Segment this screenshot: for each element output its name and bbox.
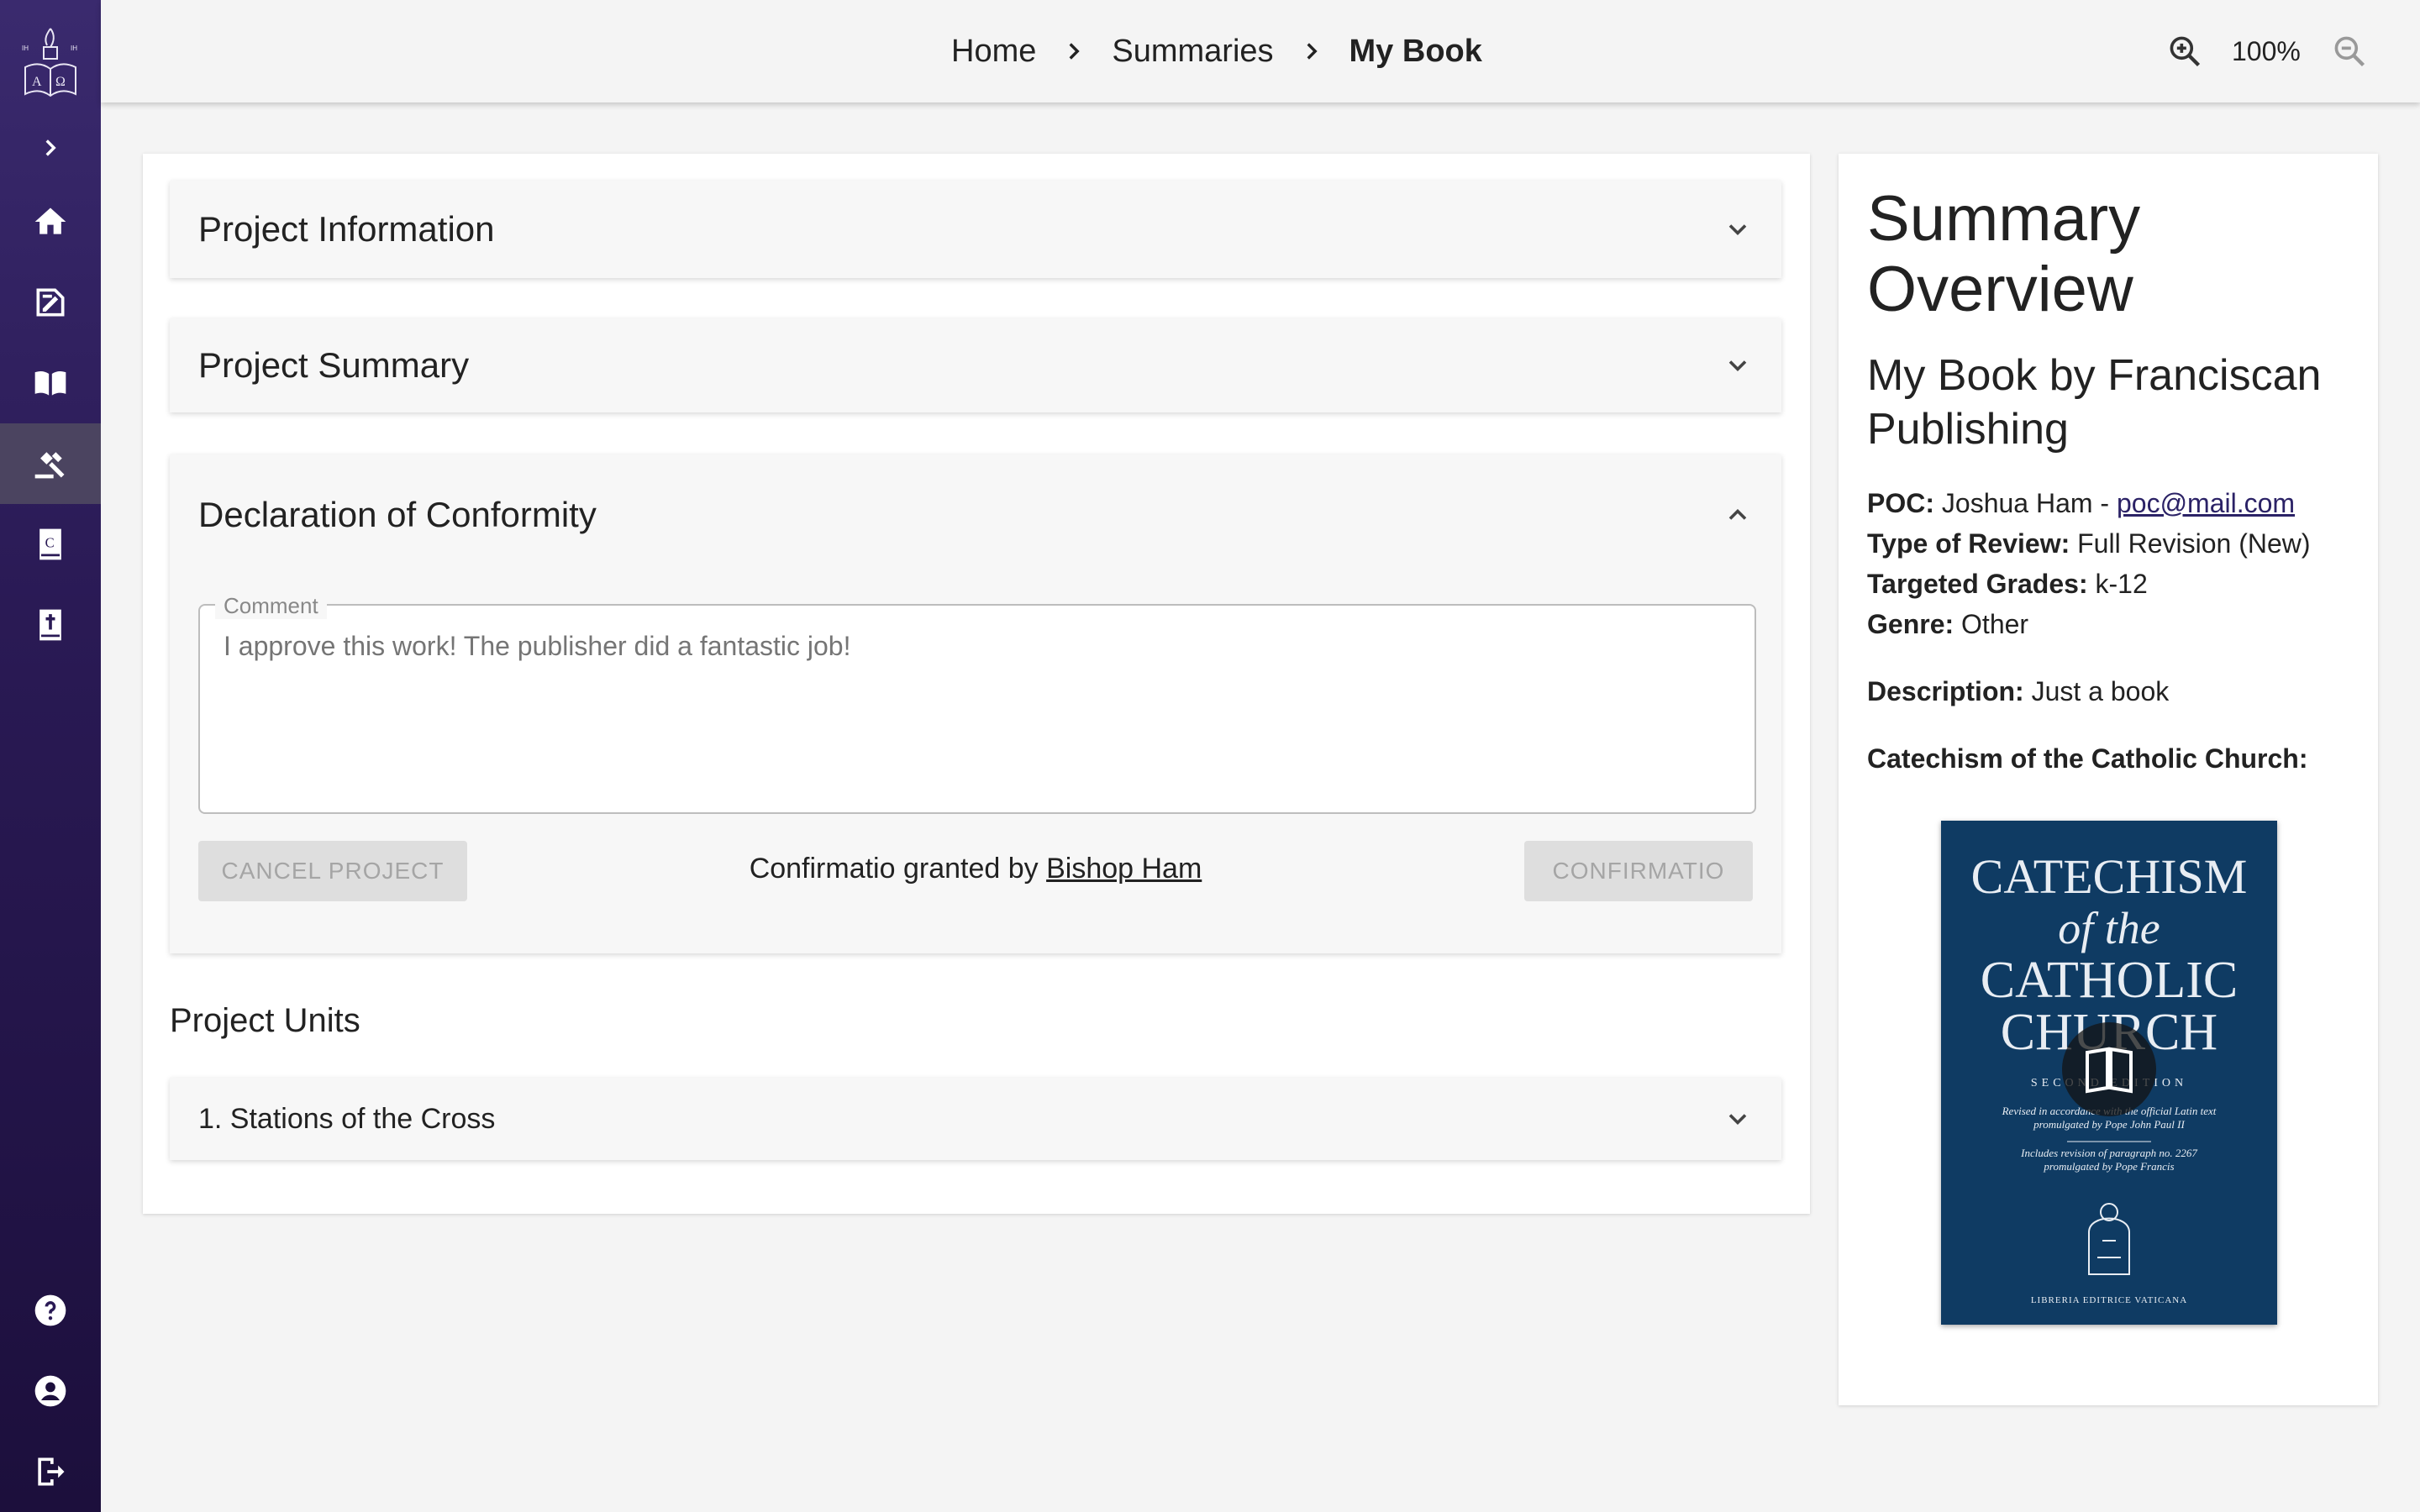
breadcrumb-current: My Book <box>1349 33 1482 69</box>
sidebar-item-review[interactable] <box>0 423 101 504</box>
description-row: Description: Just a book <box>1867 671 2371 711</box>
project-units-title: Project Units <box>170 1002 360 1039</box>
accordion-header[interactable]: Project Summary <box>170 318 1781 412</box>
cover-sub-4: promulgated by Pope Francis <box>2043 1160 2174 1173</box>
account-icon <box>34 1375 66 1407</box>
review-label: Type of Review: <box>1867 528 2070 559</box>
granted-prefix: Confirmatio granted by <box>749 853 1039 885</box>
review-value: Full Revision (New) <box>2077 528 2311 559</box>
sidebar-item-home[interactable] <box>0 181 101 262</box>
chevron-down-icon <box>1728 1114 1747 1126</box>
review-row: Type of Review: Full Revision (New) <box>1867 523 2371 564</box>
accordion-title: Project Summary <box>198 345 470 385</box>
account-button[interactable] <box>0 1351 101 1431</box>
accordion-project-information[interactable]: Project Information <box>170 181 1781 278</box>
main-panel: Project Information Project Summary Decl… <box>143 154 1810 1214</box>
breadcrumb-home[interactable]: Home <box>951 34 1036 70</box>
description-value: Just a book <box>2031 676 2170 706</box>
sidebar-expand-button[interactable] <box>0 108 101 188</box>
sidebar-item-bible[interactable] <box>0 585 101 665</box>
overview-details: POC: Joshua Ham - poc@mail.com Type of R… <box>1867 483 2371 644</box>
poc-email-link[interactable]: poc@mail.com <box>2117 488 2295 518</box>
svg-text:A: A <box>32 75 42 89</box>
comment-label: Comment <box>215 593 327 619</box>
unit-header[interactable]: 1. Stations of the Cross <box>170 1078 1781 1160</box>
svg-text:C: C <box>45 535 55 551</box>
overview-title: Summary Overview <box>1867 183 2141 325</box>
catechism-row: Catechism of the Catholic Church: <box>1867 738 2371 779</box>
open-book-icon <box>34 370 66 396</box>
confirm-button[interactable]: CONFIRMATIO <box>1524 841 1753 901</box>
accordion-header[interactable]: Project Information <box>170 181 1781 278</box>
sidebar-item-catechism[interactable]: C <box>0 504 101 585</box>
sidebar-item-publish[interactable] <box>0 262 101 343</box>
logout-icon <box>38 1457 65 1486</box>
poc-name: Joshua Ham - <box>1941 488 2110 518</box>
accordion-declaration-of-conformity: Declaration of Conformity Comment CANCEL… <box>170 454 1781 953</box>
poc-row: POC: Joshua Ham - poc@mail.com <box>1867 483 2371 523</box>
zoom-out-icon[interactable] <box>2331 33 2368 70</box>
catechism-cover-image[interactable]: CATECHISM of the CATHOLIC CHURCH SECOND … <box>1941 821 2277 1325</box>
edit-book-icon <box>36 288 65 317</box>
description-label: Description: <box>1867 676 2024 706</box>
chevron-down-icon <box>1728 224 1747 236</box>
comment-field: Comment <box>198 593 1756 814</box>
logout-button[interactable] <box>0 1431 101 1512</box>
granted-by-link[interactable]: Bishop Ham <box>1046 853 1202 885</box>
svg-text:IH: IH <box>71 45 77 52</box>
cover-line-1: CATECHISM <box>1971 849 2248 904</box>
top-bar: Home Summaries My Book 100% <box>101 0 2420 102</box>
cover-sub-3: Includes revision of paragraph no. 2267 <box>2020 1147 2197 1159</box>
bible-icon <box>39 609 61 641</box>
zoom-controls: 100% <box>2166 0 2368 102</box>
accordion-header[interactable]: Declaration of Conformity <box>170 454 1781 575</box>
unit-title: 1. Stations of the Cross <box>198 1102 496 1135</box>
cover-line-3: CATHOLIC <box>1981 952 2238 1009</box>
cover-line-2: of the <box>2058 903 2160 953</box>
open-book-overlay-icon[interactable] <box>2062 1022 2156 1116</box>
help-button[interactable] <box>0 1270 101 1351</box>
chevron-right-icon <box>1069 43 1081 60</box>
accordion-title: Project Information <box>198 209 495 249</box>
chevron-down-icon <box>1728 360 1747 372</box>
sidebar: A Ω IH IH C <box>0 0 101 1512</box>
catechism-book-icon: C <box>39 528 61 560</box>
genre-row: Genre: Other <box>1867 604 2371 644</box>
breadcrumb: Home Summaries My Book <box>951 0 1482 102</box>
svg-text:Ω: Ω <box>55 75 66 89</box>
gavel-icon <box>34 452 65 479</box>
summary-overview-panel: Summary Overview My Book by Franciscan P… <box>1839 154 2378 1405</box>
poc-label: POC: <box>1867 488 1934 518</box>
app-logo: A Ω IH IH <box>18 22 82 102</box>
zoom-in-icon[interactable] <box>2166 33 2203 70</box>
grades-value: k-12 <box>2095 569 2148 599</box>
accordion-title: Declaration of Conformity <box>198 495 597 534</box>
grades-row: Targeted Grades: k-12 <box>1867 564 2371 604</box>
svg-text:IH: IH <box>22 45 29 52</box>
chevron-right-icon <box>1307 43 1318 60</box>
zoom-level: 100% <box>2232 35 2301 66</box>
comment-input[interactable] <box>222 629 1729 792</box>
grades-label: Targeted Grades: <box>1867 569 2088 599</box>
unit-item[interactable]: 1. Stations of the Cross <box>170 1078 1781 1160</box>
home-icon <box>34 207 66 234</box>
breadcrumb-summaries[interactable]: Summaries <box>1112 34 1273 70</box>
genre-label: Genre: <box>1867 609 1954 639</box>
help-icon <box>34 1294 66 1326</box>
chevron-up-icon <box>1728 508 1747 520</box>
cover-publisher: LIBRERIA EDITRICE VATICANA <box>2031 1295 2187 1305</box>
cover-sub-2: promulgated by Pope John Paul II <box>2033 1118 2185 1131</box>
catechism-label: Catechism of the Catholic Church: <box>1867 743 2308 774</box>
genre-value: Other <box>1961 609 2029 639</box>
sidebar-item-library[interactable] <box>0 343 101 423</box>
chevron-right-icon <box>45 139 56 156</box>
accordion-project-summary[interactable]: Project Summary <box>170 318 1781 412</box>
cover-art: CATECHISM of the CATHOLIC CHURCH SECOND … <box>1941 821 2277 1325</box>
overview-book-title: My Book by Franciscan Publishing <box>1867 351 2322 454</box>
